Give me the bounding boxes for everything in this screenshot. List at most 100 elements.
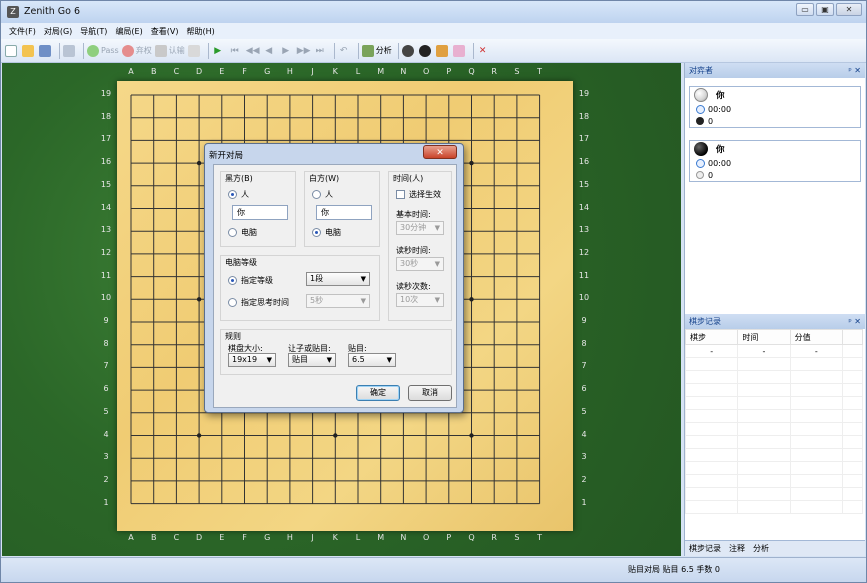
open-button[interactable]: [22, 42, 36, 60]
analyze-button[interactable]: 分析: [361, 42, 392, 60]
think-time-radio[interactable]: 指定思考时间: [228, 297, 289, 308]
mark-button[interactable]: [435, 42, 450, 60]
menu-help[interactable]: 帮助(H): [186, 26, 214, 37]
minimize-button[interactable]: ▭: [796, 3, 814, 16]
stones-button[interactable]: [418, 42, 433, 60]
time-enable-checkbox[interactable]: 选择生效: [396, 189, 441, 200]
column-header-time[interactable]: 时间: [737, 329, 791, 345]
pass-button[interactable]: Pass: [87, 42, 119, 60]
chevron-down-icon: ▼: [326, 356, 332, 364]
app-logo-icon: Z: [7, 6, 19, 18]
move-log-header: 棋步记录 ᵖ ✕: [685, 314, 865, 329]
table-row[interactable]: [684, 370, 863, 384]
hint-button[interactable]: [187, 42, 202, 60]
row-label-left: 18: [100, 111, 112, 121]
table-row[interactable]: [684, 422, 863, 436]
tab-analysis[interactable]: 分析: [753, 543, 769, 554]
think-time-select[interactable]: 5秒 ▼: [306, 294, 370, 308]
ok-button[interactable]: 确定: [356, 385, 400, 401]
eraser-button[interactable]: [452, 42, 467, 60]
black-name-field[interactable]: 你: [232, 205, 288, 220]
komi-select[interactable]: 6.5 ▼: [348, 353, 396, 367]
toolbar: Pass 弃权 认输 ▶ ⏮ ◀◀ ◀ ▶ ▶▶ ⏭ ↶ 分析 ✕: [1, 39, 866, 63]
column-label-bottom: D: [196, 533, 203, 542]
main-time-label: 基本时间:: [396, 210, 431, 219]
close-icon[interactable]: ᵖ ✕: [848, 63, 861, 78]
last-move-button[interactable]: ⏭: [314, 42, 328, 60]
white-name-field[interactable]: 你: [316, 205, 372, 220]
table-row[interactable]: [684, 357, 863, 371]
level-select[interactable]: 1段 ▼: [306, 272, 370, 286]
branch-button[interactable]: ↶: [338, 42, 352, 60]
last-icon: ⏭: [315, 45, 324, 56]
table-row[interactable]: [684, 383, 863, 397]
white-human-radio[interactable]: 人: [312, 189, 333, 200]
table-cell: [789, 396, 844, 410]
concede-button[interactable]: 认输: [154, 42, 185, 60]
table-cell: [842, 383, 863, 397]
black-computer-radio[interactable]: 电脑: [228, 227, 257, 238]
table-row[interactable]: ---: [684, 344, 863, 358]
first-move-button[interactable]: ⏮: [229, 42, 243, 60]
black-human-radio[interactable]: 人: [228, 189, 249, 200]
byoyomi-time-select[interactable]: 30秒 ▼: [396, 257, 444, 271]
table-cell: [737, 448, 791, 462]
column-header-move[interactable]: 棋步: [684, 329, 739, 345]
row-label-left: 14: [100, 202, 112, 212]
table-row[interactable]: [684, 461, 863, 475]
white-computer-radio[interactable]: 电脑: [312, 227, 341, 238]
table-row[interactable]: [684, 474, 863, 488]
board-size-select[interactable]: 19x19 ▼: [228, 353, 276, 367]
column-label-bottom: N: [400, 533, 407, 542]
save-button[interactable]: [39, 42, 53, 60]
table-row[interactable]: [684, 448, 863, 462]
column-header-score[interactable]: 分值: [789, 329, 844, 345]
resign-button[interactable]: 弃权: [121, 42, 152, 60]
dialog-close-button[interactable]: ✕: [423, 145, 457, 159]
forward-fast-button[interactable]: ▶▶: [297, 42, 311, 60]
byoyomi-periods-select[interactable]: 10次 ▼: [396, 293, 444, 307]
title-bar: Z Zenith Go 6 ▭ ▣ ✕: [1, 1, 866, 23]
print-button[interactable]: [63, 42, 77, 60]
time-label: 时间(人): [393, 174, 424, 183]
close-button[interactable]: ✕: [836, 3, 862, 16]
main-time-select[interactable]: 30分钟 ▼: [396, 221, 444, 235]
menu-view[interactable]: 查看(V): [151, 26, 179, 37]
black-player-name: 你: [690, 141, 860, 157]
back-fast-button[interactable]: ◀◀: [246, 42, 260, 60]
cancel-button[interactable]: 取消: [408, 385, 452, 401]
table-cell: [842, 435, 863, 449]
white-player-label: 白方(W): [309, 174, 340, 183]
column-label-bottom: B: [150, 533, 157, 542]
table-row[interactable]: [684, 409, 863, 423]
new-game-button[interactable]: [5, 42, 19, 60]
table-row[interactable]: [684, 396, 863, 410]
status-text: 贴目对局 贴目 6.5 手数 0: [628, 565, 720, 574]
handicap-select[interactable]: 贴目 ▼: [288, 353, 336, 367]
column-label-top: N: [400, 67, 407, 76]
play-button[interactable]: ▶: [212, 42, 226, 60]
level-radio[interactable]: 指定等级: [228, 275, 273, 286]
delete-button[interactable]: ✕: [477, 42, 491, 60]
table-row[interactable]: [684, 500, 863, 514]
menu-navigate[interactable]: 导航(T): [80, 26, 107, 37]
table-row[interactable]: [684, 435, 863, 449]
tab-move-log[interactable]: 棋步记录: [689, 543, 721, 554]
back-button[interactable]: ◀: [263, 42, 277, 60]
stone-tool-button[interactable]: [401, 42, 416, 60]
column-label-top: O: [422, 67, 430, 76]
row-label-left: 19: [100, 89, 112, 98]
menu-edit[interactable]: 编局(E): [115, 26, 142, 37]
tab-comments[interactable]: 注释: [729, 543, 745, 554]
menu-file[interactable]: 文件(F): [9, 26, 36, 37]
maximize-button[interactable]: ▣: [816, 3, 834, 16]
column-label-top: L: [355, 67, 361, 76]
row-label-right: 14: [578, 202, 590, 212]
play-icon: ▶: [214, 45, 222, 56]
row-label-left: 11: [100, 270, 112, 280]
forward-button[interactable]: ▶: [280, 42, 294, 60]
row-label-right: 1: [581, 497, 587, 507]
menu-game[interactable]: 对局(G): [44, 26, 72, 37]
table-row[interactable]: [684, 487, 863, 501]
close-icon[interactable]: ᵖ ✕: [848, 314, 861, 329]
